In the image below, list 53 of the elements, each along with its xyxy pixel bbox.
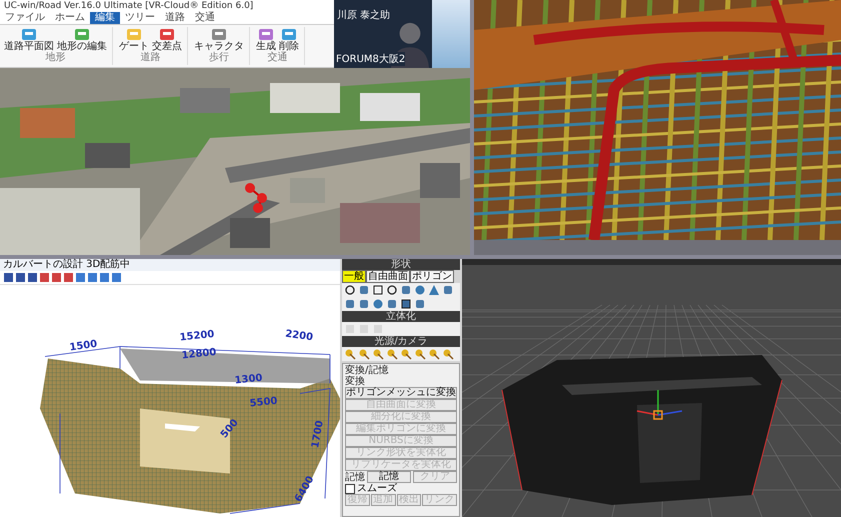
- section-header: 形状: [342, 259, 460, 270]
- ribbon-button[interactable]: 削除: [279, 27, 299, 52]
- ribbon-button[interactable]: 地形の編集: [57, 27, 107, 52]
- ribbon-tab[interactable]: ホーム: [50, 12, 90, 24]
- shape-tool-icon[interactable]: [372, 284, 384, 296]
- light-tool-icon[interactable]: [358, 348, 370, 360]
- ribbon-tab[interactable]: ファイル: [0, 12, 50, 24]
- shape-tab[interactable]: 自由曲面: [366, 270, 410, 283]
- group-label: 交通: [266, 52, 288, 63]
- light-tool-icon[interactable]: [344, 348, 356, 360]
- ribbon-tab[interactable]: 編集: [90, 12, 120, 24]
- section-label: 変換: [345, 376, 366, 387]
- section-header: 光源/カメラ: [342, 336, 460, 347]
- smooth-checkbox[interactable]: スムーズ: [345, 483, 457, 494]
- shape-tab[interactable]: 一般: [342, 270, 366, 283]
- ribbon-button[interactable]: 生成: [256, 27, 276, 52]
- presenter-name: 川原 泰之助: [337, 10, 390, 21]
- group-label: 道路: [140, 52, 162, 63]
- group-label: 地形: [44, 52, 66, 63]
- ribbon-button[interactable]: 交差点: [152, 27, 182, 52]
- dimension-label: 2200: [284, 328, 314, 344]
- shape-tool-icon[interactable]: [400, 298, 412, 310]
- section-label: 記憶: [345, 472, 365, 482]
- ribbon-tab[interactable]: ツリー: [120, 12, 160, 24]
- ribbon-tab[interactable]: 道路: [160, 12, 190, 24]
- dimension-label: 1700: [310, 420, 326, 450]
- light-tool-icon[interactable]: [372, 348, 384, 360]
- ribbon-button[interactable]: キャラクタ: [194, 27, 244, 52]
- ribbon-tab[interactable]: 交通: [190, 12, 220, 24]
- ribbon-button[interactable]: ゲート: [119, 27, 149, 52]
- poster-background: [432, 0, 470, 68]
- light-tool-icon[interactable]: [400, 348, 412, 360]
- dimension-label: 1300: [234, 372, 263, 386]
- transform-gizmo-icon[interactable]: [636, 390, 682, 420]
- group-title: 変換/記憶: [345, 365, 390, 376]
- dimension-label: 1500: [68, 338, 98, 354]
- light-tool-icon[interactable]: [414, 348, 426, 360]
- shape-tool-icon[interactable]: [344, 284, 356, 296]
- shape-tool-icon[interactable]: [386, 284, 398, 296]
- dimension-label: 12800: [181, 346, 217, 362]
- dimension-label: 5500: [249, 396, 278, 410]
- video-caption: FORUM8大阪2: [336, 52, 406, 66]
- shape-tab[interactable]: ポリゴン: [410, 270, 454, 283]
- group-label: 歩行: [208, 52, 230, 63]
- light-tool-icon[interactable]: [428, 348, 440, 360]
- light-tool-icon[interactable]: [386, 348, 398, 360]
- dimension-label: 15200: [179, 328, 215, 344]
- convert-button[interactable]: ポリゴンメッシュに変換: [345, 387, 457, 399]
- memory-button[interactable]: 記憶: [367, 471, 411, 483]
- section-header: 立体化: [342, 311, 460, 322]
- ribbon-button[interactable]: 道路平面図: [4, 27, 54, 52]
- light-tool-icon[interactable]: [442, 348, 454, 360]
- window-title: カルバートの設計 3D配筋中: [0, 259, 340, 271]
